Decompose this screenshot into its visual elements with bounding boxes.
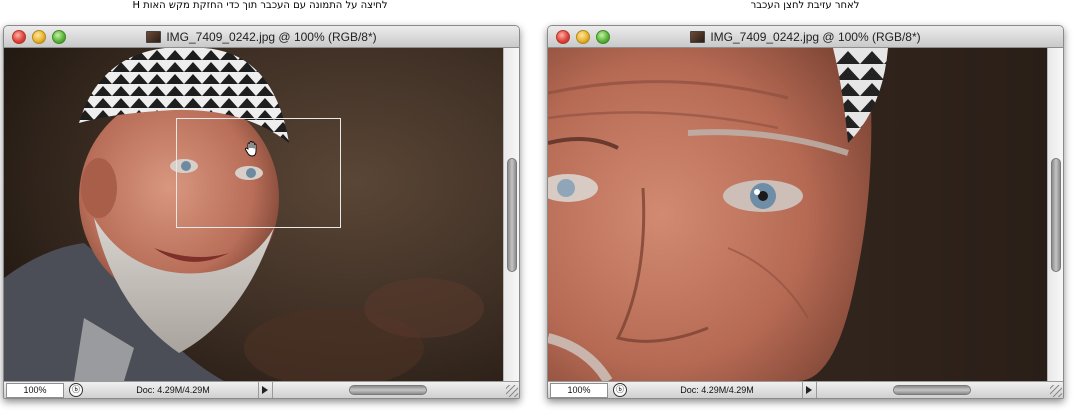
window-title: IMG_7409_0242.jpg @ 100% (RGB/8*) [166,29,377,44]
window-title-group: IMG_7409_0242.jpg @ 100% (RGB/8*) [548,26,1063,47]
vertical-scrollbar[interactable] [503,48,519,381]
status-bar: 100% ⓑ Doc: 4.29M/4.29M [4,381,519,398]
caption-left: לחיצה על התמונה עם העכבר תוך כדי החזקת מ… [132,0,388,11]
horizontal-scroll-thumb[interactable] [893,385,971,395]
bridge-icon[interactable]: ⓑ [613,383,627,397]
document-thumbnail-icon [146,30,162,43]
window-title: IMG_7409_0242.jpg @ 100% (RGB/8*) [710,29,921,44]
resize-grip-icon[interactable] [1050,385,1062,397]
resize-grip-icon[interactable] [506,385,518,397]
document-window-right[interactable]: IMG_7409_0242.jpg @ 100% (RGB/8*) 100% ⓑ… [547,25,1064,399]
image-canvas[interactable] [548,48,1048,381]
hand-icon [245,141,257,157]
document-size-info: Doc: 4.29M/4.29M [88,382,259,398]
title-bar[interactable]: IMG_7409_0242.jpg @ 100% (RGB/8*) [4,26,519,48]
horizontal-scrollbar[interactable] [272,382,504,398]
document-size-info: Doc: 4.29M/4.29M [632,382,803,398]
horizontal-scroll-thumb[interactable] [349,385,427,395]
zoom-level-field[interactable]: 100% [550,383,608,398]
zoom-navigation-rectangle[interactable] [176,118,341,228]
horizontal-scrollbar[interactable] [816,382,1048,398]
status-bar: 100% ⓑ Doc: 4.29M/4.29M [548,381,1063,398]
bridge-icon[interactable]: ⓑ [69,383,83,397]
vertical-scroll-thumb[interactable] [507,158,517,272]
document-thumbnail-icon [690,30,706,43]
portrait-photo-zoomed [548,48,1048,381]
vertical-scroll-thumb[interactable] [1051,158,1061,272]
image-canvas[interactable] [4,48,504,381]
window-title-group: IMG_7409_0242.jpg @ 100% (RGB/8*) [4,26,519,47]
zoom-level-field[interactable]: 100% [6,383,64,398]
title-bar[interactable]: IMG_7409_0242.jpg @ 100% (RGB/8*) [548,26,1063,48]
stage: לחיצה על התמונה עם העכבר תוך כדי החזקת מ… [0,0,1074,411]
play-arrow-icon[interactable] [259,382,271,398]
caption-right: לאחר עזיבת לחצן העכבר [750,0,860,11]
document-window-left[interactable]: IMG_7409_0242.jpg @ 100% (RGB/8*) 100% ⓑ… [3,25,520,399]
play-arrow-icon[interactable] [803,382,815,398]
vertical-scrollbar[interactable] [1047,48,1063,381]
